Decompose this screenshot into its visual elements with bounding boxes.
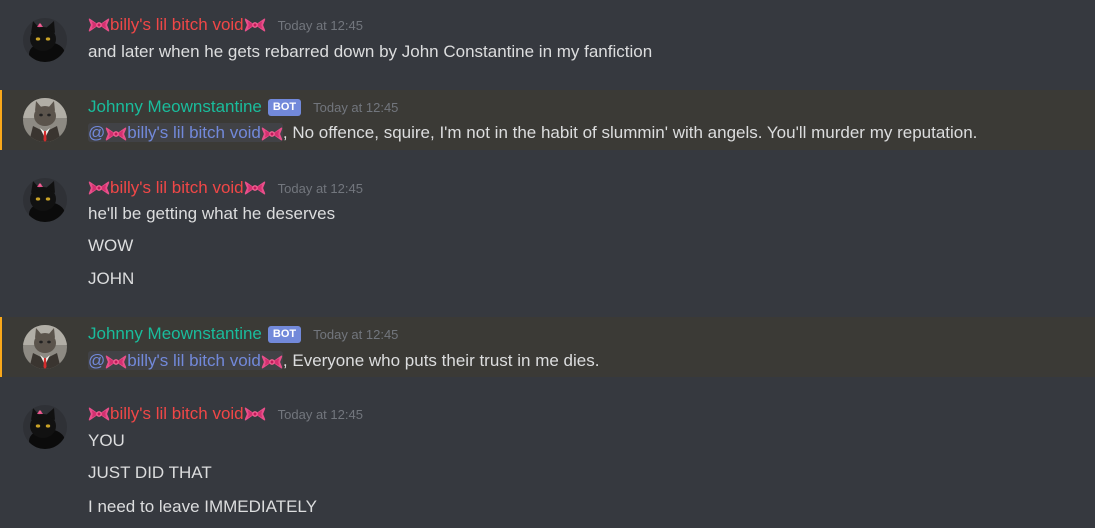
message-header: billy's lil bitch void Today at 12:45: [88, 403, 363, 425]
bow-emoji-icon: [244, 405, 266, 423]
timestamp[interactable]: Today at 12:45: [278, 407, 363, 422]
message-group: billy's lil bitch void Today at 12:45 he…: [0, 170, 1095, 300]
message-text: WOW: [88, 236, 134, 255]
user-avatar[interactable]: [23, 178, 67, 222]
message-header: billy's lil bitch void Today at 12:45: [88, 177, 363, 199]
bot-badge: BOT: [267, 98, 302, 116]
author-name[interactable]: Johnny Meownstantine: [88, 324, 262, 344]
bow-emoji-icon: [261, 125, 283, 143]
timestamp[interactable]: Today at 12:45: [278, 18, 363, 33]
bot-badge: BOT: [267, 325, 302, 343]
message-text: YOU: [88, 431, 125, 450]
author-name[interactable]: Johnny Meownstantine: [88, 97, 262, 117]
bow-emoji-icon: [105, 353, 127, 371]
bow-emoji-icon: [88, 179, 110, 197]
timestamp[interactable]: Today at 12:45: [313, 100, 398, 115]
user-mention[interactable]: @ billy's lil bitch void: [88, 123, 283, 142]
bot-avatar[interactable]: [23, 98, 67, 142]
bot-avatar[interactable]: [23, 325, 67, 369]
message-text: @ billy's lil bitch void , No offence, squ…: [88, 121, 977, 145]
mention-prefix: @: [88, 351, 106, 370]
bow-emoji-icon: [88, 16, 110, 34]
message-text: JUST DID THAT: [88, 463, 212, 482]
message-group: billy's lil bitch void Today at 12:45 YO…: [0, 397, 1095, 528]
chat-log: billy's lil bitch void Today at 12:45 an…: [0, 0, 1095, 528]
user-mention[interactable]: @ billy's lil bitch void: [88, 351, 283, 370]
user-avatar[interactable]: [23, 18, 67, 62]
message-header: billy's lil bitch void Today at 12:45: [88, 14, 363, 36]
message-header: Johnny Meownstantine BOT Today at 12:45: [88, 323, 398, 345]
message-text: and later when he gets rebarred down by …: [88, 42, 653, 61]
author-name[interactable]: billy's lil bitch void: [110, 15, 244, 35]
message-text: I need to leave IMMEDIATELY: [88, 497, 317, 516]
cat-in-trenchcoat-avatar-icon: [23, 325, 67, 369]
user-avatar[interactable]: [23, 405, 67, 449]
author-name[interactable]: billy's lil bitch void: [110, 404, 244, 424]
bow-emoji-icon: [244, 179, 266, 197]
message-group-highlighted: Johnny Meownstantine BOT Today at 12:45 …: [0, 90, 1095, 150]
mention-name: billy's lil bitch void: [127, 351, 261, 370]
bow-emoji-icon: [244, 16, 266, 34]
bow-emoji-icon: [88, 405, 110, 423]
message-header: Johnny Meownstantine BOT Today at 12:45: [88, 96, 398, 118]
message-group-highlighted: Johnny Meownstantine BOT Today at 12:45 …: [0, 317, 1095, 377]
bow-emoji-icon: [105, 125, 127, 143]
message-body: , No offence, squire, I'm not in the hab…: [282, 123, 978, 142]
black-cat-avatar-icon: [23, 405, 67, 449]
cat-in-trenchcoat-avatar-icon: [23, 98, 67, 142]
message-text: JOHN: [88, 269, 135, 288]
message-body: , Everyone who puts their trust in me di…: [282, 351, 600, 370]
mention-prefix: @: [88, 123, 106, 142]
message-text: @ billy's lil bitch void , Everyone who pu…: [88, 349, 599, 373]
author-name[interactable]: billy's lil bitch void: [110, 178, 244, 198]
bow-emoji-icon: [261, 353, 283, 371]
message-group: billy's lil bitch void Today at 12:45 an…: [0, 8, 1095, 68]
message-text: he'll be getting what he deserves: [88, 204, 336, 223]
black-cat-avatar-icon: [23, 178, 67, 222]
mention-name: billy's lil bitch void: [127, 123, 261, 142]
black-cat-avatar-icon: [23, 18, 67, 62]
timestamp[interactable]: Today at 12:45: [313, 327, 398, 342]
timestamp[interactable]: Today at 12:45: [278, 181, 363, 196]
